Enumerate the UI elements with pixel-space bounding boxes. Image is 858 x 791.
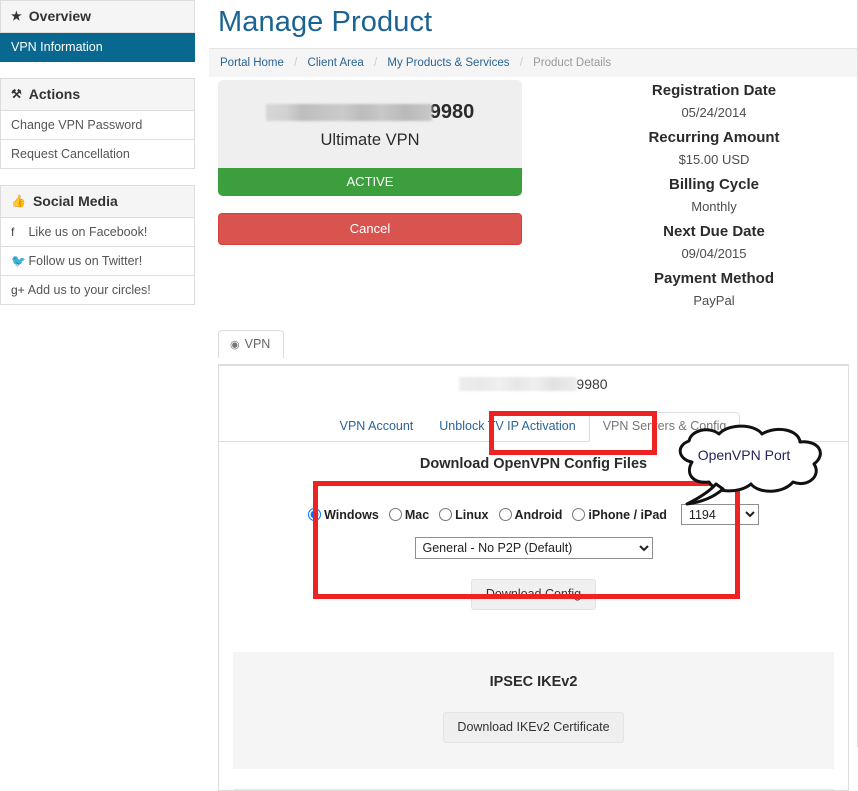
tab-unblock-tv-ip-activation[interactable]: Unblock TV IP Activation (426, 413, 588, 442)
product-summary-card: 9980 Ultimate VPN ACTIVE Cancel (218, 80, 522, 245)
platform-option-linux[interactable]: Linux (439, 507, 489, 522)
sidebar: ★ Overview VPN Information ⚒ Actions Cha… (0, 0, 195, 747)
status-badge: ACTIVE (218, 168, 522, 196)
sidebar-item-label: Like us on Facebook! (28, 225, 148, 239)
wrench-icon: ⚒ (11, 87, 22, 101)
detail-label-payment-method: Payment Method (653, 270, 774, 287)
ipsec-section-title: IPSEC IKEv2 (489, 674, 578, 690)
tab-label: Unblock TV IP Activation (439, 419, 576, 433)
sidebar-section-title: Social Media (32, 193, 118, 209)
tab-vpn-servers-and-config[interactable]: VPN Servers & Config (588, 412, 741, 442)
platform-label: Android (514, 507, 563, 522)
thumbs-up-icon: 👍 (11, 194, 26, 208)
detail-value-billing-cycle: Monthly (691, 199, 737, 214)
page-title: Manage Product (218, 6, 433, 38)
cancel-button[interactable]: Cancel (218, 213, 522, 245)
sidebar-item-label: Follow us on Twitter! (28, 254, 143, 268)
tab-underline (218, 364, 849, 365)
facebook-icon: f (11, 225, 15, 239)
platform-label: Mac (404, 507, 430, 522)
platform-radio-group: Windows Mac Linux Android iPhone / iPad (233, 504, 834, 525)
google-plus-icon: g+ (11, 283, 25, 297)
star-icon: ★ (11, 9, 22, 23)
platform-option-windows[interactable]: Windows (308, 508, 379, 522)
download-ikev2-certificate-button[interactable]: Download IKEv2 Certificate (443, 712, 624, 743)
ipsec-section: IPSEC IKEv2 Download IKEv2 Certificate (233, 652, 834, 769)
sidebar-section-overview: ★ Overview VPN Information (0, 0, 195, 62)
config-profile-select[interactable]: General - No P2P (Default) (414, 537, 653, 559)
sidebar-section-title: Overview (28, 8, 92, 24)
vpn-account-suffix: 9980 (576, 376, 608, 392)
product-name: Ultimate VPN (320, 131, 420, 149)
detail-label-billing-cycle: Billing Cycle (668, 176, 760, 193)
platform-radio-mac[interactable] (388, 508, 402, 521)
sidebar-item-vpn-information[interactable]: VPN Information (0, 33, 195, 62)
platform-radio-linux[interactable] (439, 508, 453, 521)
product-account-suffix: 9980 (429, 101, 475, 123)
platform-radio-iphone-ipad[interactable] (572, 508, 586, 521)
vpn-panel: 9980 VPN Account Unblock TV IP Activatio… (218, 365, 849, 791)
product-details-list: Registration Date 05/24/2014 Recurring A… (579, 82, 849, 308)
config-section-title: Download OpenVPN Config Files (419, 456, 648, 472)
twitter-icon: 🐦 (11, 254, 26, 268)
sidebar-section-actions: ⚒ Actions Change VPN Password Request Ca… (0, 78, 195, 169)
detail-value-payment-method: PayPal (693, 293, 735, 308)
breadcrumb-separator: / (519, 57, 523, 69)
platform-option-mac[interactable]: Mac (388, 507, 430, 522)
tab-label: VPN Servers & Config (602, 419, 727, 433)
sidebar-item-label: Add us to your circles! (27, 283, 151, 297)
tab-label: VPN Account (339, 419, 414, 433)
sidebar-section-header-social-media: 👍 Social Media (0, 185, 195, 218)
breadcrumb-separator: / (374, 57, 378, 69)
product-card-body: 9980 Ultimate VPN (218, 80, 522, 168)
section-divider (233, 789, 834, 790)
tab-vpn[interactable]: ◉ VPN (218, 330, 285, 358)
sidebar-item-request-cancellation[interactable]: Request Cancellation (0, 140, 195, 169)
breadcrumb-current: Product Details (533, 57, 612, 69)
sidebar-item-label: Change VPN Password (11, 118, 143, 132)
sidebar-item-twitter[interactable]: 🐦 Follow us on Twitter! (0, 247, 195, 276)
product-account-row: 9980 (230, 102, 510, 122)
detail-value-next-due-date: 09/04/2015 (681, 246, 747, 261)
breadcrumb-link-my-products-services[interactable]: My Products & Services (387, 57, 509, 69)
breadcrumb-separator: / (294, 57, 298, 69)
platform-option-android[interactable]: Android (498, 507, 563, 522)
platform-option-iphone-ipad[interactable]: iPhone / iPad (572, 508, 667, 522)
sidebar-section-title: Actions (28, 86, 81, 102)
sidebar-item-change-vpn-password[interactable]: Change VPN Password (0, 111, 195, 140)
detail-value-recurring-amount: $15.00 USD (678, 152, 750, 167)
openvpn-port-select[interactable]: 1194 (680, 504, 759, 525)
openvpn-config-form: Windows Mac Linux Android iPhone / iPad (233, 490, 834, 627)
sidebar-section-header-actions: ⚒ Actions (0, 78, 195, 111)
platform-label: Windows (324, 507, 379, 522)
platform-radio-windows[interactable] (308, 508, 322, 521)
detail-label-recurring-amount: Recurring Amount (648, 129, 780, 146)
sidebar-item-label: VPN Information (11, 40, 103, 54)
download-config-button[interactable]: Download Config (470, 579, 597, 610)
detail-value-registration-date: 05/24/2014 (681, 105, 747, 120)
detail-label-next-due-date: Next Due Date (663, 223, 765, 240)
tab-vpn-account[interactable]: VPN Account (327, 413, 427, 442)
globe-icon: ◉ (230, 338, 240, 351)
vpn-inner-tabs: VPN Account Unblock TV IP Activation VPN… (219, 411, 848, 442)
redacted-account-bar (459, 377, 578, 391)
sidebar-item-google-plus[interactable]: g+ Add us to your circles! (0, 276, 195, 305)
breadcrumb-link-client-area[interactable]: Client Area (308, 57, 364, 69)
sidebar-item-label: Request Cancellation (11, 147, 130, 161)
sidebar-section-social-media: 👍 Social Media f Like us on Facebook! 🐦 … (0, 185, 195, 305)
detail-label-registration-date: Registration Date (651, 82, 777, 99)
main-content: Manage Product Portal Home / Client Area… (209, 0, 858, 791)
breadcrumb-link-portal-home[interactable]: Portal Home (220, 57, 284, 69)
platform-label: Linux (455, 507, 489, 522)
redacted-account-bar (265, 103, 432, 121)
sidebar-item-facebook[interactable]: f Like us on Facebook! (0, 218, 195, 247)
vpn-account-row: 9980 (219, 376, 848, 392)
tab-vpn-label: VPN (244, 337, 271, 351)
breadcrumb: Portal Home / Client Area / My Products … (209, 48, 857, 77)
sidebar-section-header-overview: ★ Overview (0, 0, 195, 33)
vpn-tabbar: ◉ VPN (218, 330, 849, 358)
platform-label: iPhone / iPad (588, 507, 667, 522)
platform-radio-android[interactable] (498, 508, 512, 521)
